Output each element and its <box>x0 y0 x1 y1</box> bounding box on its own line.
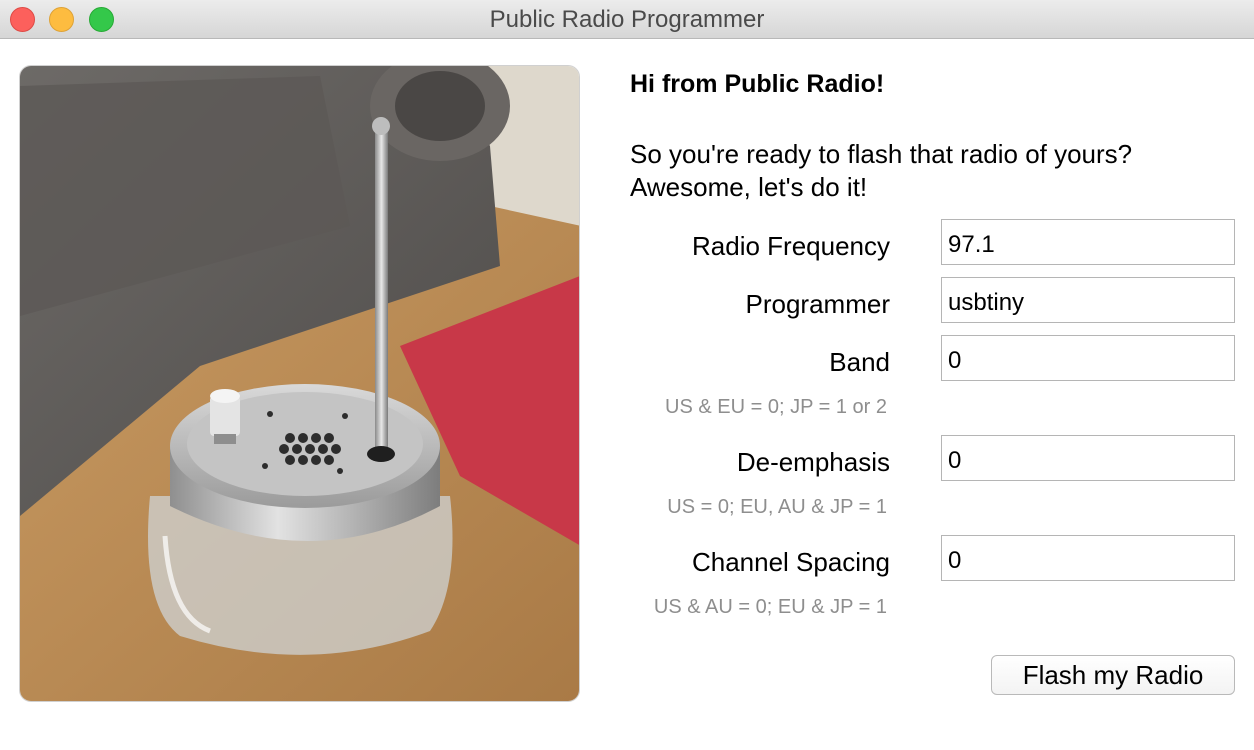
window-title: Public Radio Programmer <box>489 6 765 33</box>
deemphasis-hint: US = 0; EU, AU & JP = 1 <box>667 496 887 518</box>
channel-spacing-hint: US & AU = 0; EU & JP = 1 <box>653 596 887 618</box>
band-label: Band <box>829 347 890 377</box>
intro-line-2: Awesome, let's do it! <box>630 172 868 202</box>
channel-spacing-input[interactable] <box>941 535 1235 581</box>
deemphasis-label: De-emphasis <box>736 447 890 477</box>
radio-frequency-input[interactable] <box>941 219 1235 265</box>
greeting-heading: Hi from Public Radio! <box>630 70 885 98</box>
channel-spacing-label: Channel Spacing <box>691 547 890 577</box>
band-hint: US & EU = 0; JP = 1 or 2 <box>665 396 887 418</box>
band-input[interactable] <box>941 335 1235 381</box>
radio-jar-illustration <box>20 66 579 701</box>
title-bar: Public Radio Programmer <box>0 0 1254 39</box>
programmer-input[interactable] <box>941 277 1235 323</box>
intro-line-1: So you're ready to flash that radio of y… <box>630 139 1133 169</box>
deemphasis-input[interactable] <box>941 435 1235 481</box>
radio-frequency-label: Radio Frequency <box>692 231 890 261</box>
intro-text: So you're ready to flash that radio of y… <box>630 138 1230 204</box>
programmer-label: Programmer <box>745 289 890 319</box>
flash-radio-button[interactable]: Flash my Radio <box>991 655 1235 695</box>
radio-photo <box>19 65 580 702</box>
